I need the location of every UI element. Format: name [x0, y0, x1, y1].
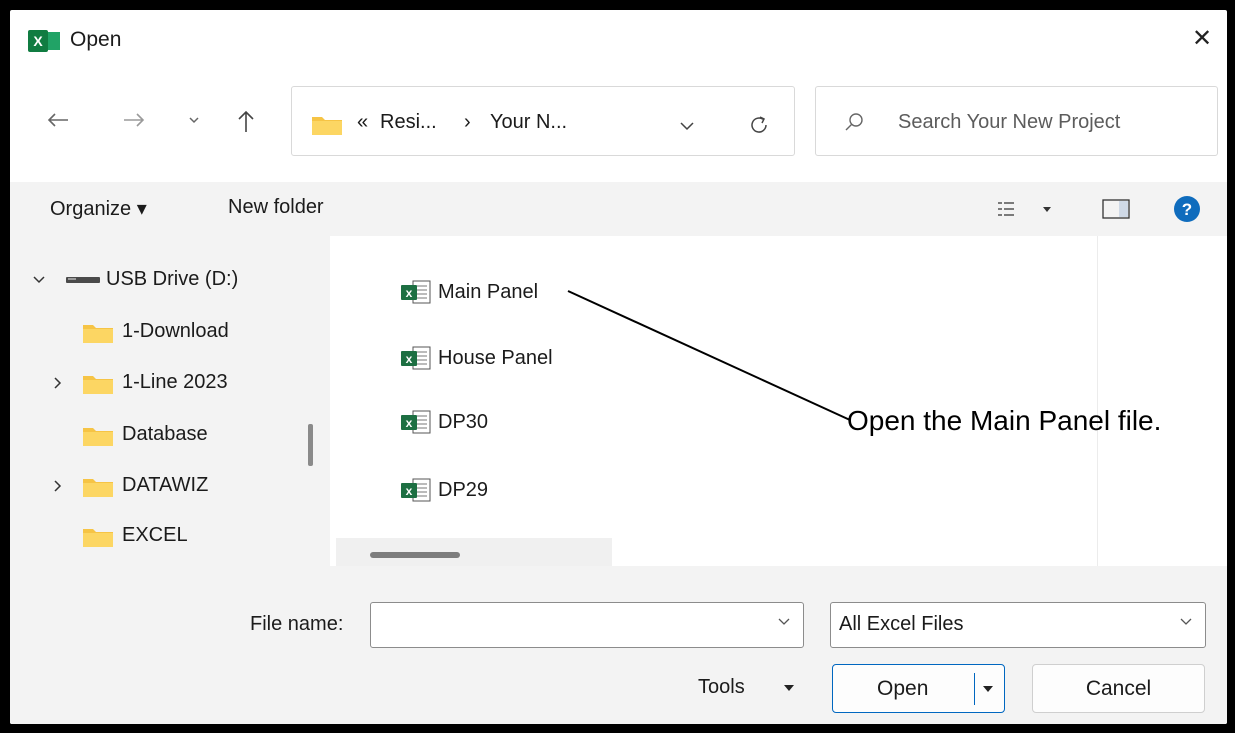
svg-text:X: X: [33, 33, 43, 49]
excel-file-icon: x: [401, 478, 431, 502]
tree-item-usb-drive[interactable]: USB Drive (D:): [10, 260, 310, 300]
file-name: House Panel: [438, 347, 553, 369]
dropdown-arrow-icon: [784, 685, 794, 691]
chevron-down-icon[interactable]: [32, 274, 46, 286]
view-options-dropdown-icon[interactable]: [1040, 202, 1054, 216]
search-input[interactable]: Search Your New Project: [898, 111, 1120, 134]
back-arrow-icon: [47, 113, 68, 127]
drive-icon: [66, 277, 100, 283]
help-icon[interactable]: ?: [1173, 195, 1201, 223]
svg-text:x: x: [406, 416, 413, 430]
back-button[interactable]: [40, 108, 76, 138]
tools-menu-button[interactable]: Tools: [690, 664, 810, 708]
search-box[interactable]: Search Your New Project: [815, 86, 1218, 156]
tree-item-label: Database: [122, 423, 208, 445]
chevron-right-icon[interactable]: [52, 479, 64, 493]
annotation-callout: Open the Main Panel file.: [847, 405, 1162, 436]
tools-label: Tools: [698, 676, 745, 698]
file-name: Main Panel: [438, 281, 539, 303]
chevron-down-icon: [189, 117, 199, 124]
tree-item-label: 1-Line 2023: [122, 371, 228, 393]
breadcrumb-separator: ›: [464, 111, 471, 133]
breadcrumb-item[interactable]: Resi...: [380, 111, 437, 134]
tree-item-1-download[interactable]: 1-Download: [10, 312, 310, 352]
tree-item-label: DATAWIZ: [122, 474, 209, 496]
preview-pane-icon[interactable]: [1102, 198, 1130, 220]
breadcrumb-overflow[interactable]: «: [357, 111, 368, 134]
file-name-label: File name:: [250, 613, 344, 635]
excel-file-icon: x: [401, 280, 431, 304]
svg-text:x: x: [406, 352, 413, 366]
refresh-icon[interactable]: [747, 113, 771, 137]
column-divider: [1097, 236, 1098, 566]
file-item-dp29[interactable]: x DP29: [400, 472, 540, 508]
file-name: DP29: [438, 479, 489, 501]
tree-item-excel[interactable]: EXCEL: [10, 516, 300, 556]
dialog-footer: File name: All Excel Files Tools Open Ca…: [10, 566, 1227, 724]
chevron-down-icon: [1180, 618, 1192, 625]
chevron-down-icon[interactable]: [677, 119, 697, 133]
folder-icon: [83, 479, 113, 497]
view-list-icon[interactable]: [996, 199, 1016, 219]
horizontal-scrollbar-thumb[interactable]: [370, 552, 460, 558]
organize-button[interactable]: Organize ▾: [50, 196, 147, 221]
folder-icon: [83, 376, 113, 394]
recent-locations-button[interactable]: [182, 108, 206, 138]
folder-icon: [312, 117, 342, 135]
close-icon[interactable]: ✕: [1187, 24, 1217, 54]
tree-item-label: USB Drive (D:): [106, 268, 239, 290]
tree-item-label: 1-Download: [122, 320, 229, 342]
tree-item-1-line-2023[interactable]: 1-Line 2023: [10, 363, 310, 403]
file-item-main-panel[interactable]: x Main Panel: [400, 274, 590, 310]
svg-text:x: x: [406, 286, 413, 300]
search-icon: [845, 113, 863, 131]
split-divider: [974, 673, 975, 705]
tree-item-database[interactable]: Database: [10, 415, 300, 455]
up-arrow-icon: [238, 110, 254, 132]
svg-text:x: x: [406, 484, 413, 498]
tree-item-datawiz[interactable]: DATAWIZ: [10, 466, 300, 506]
file-type-select[interactable]: All Excel Files: [830, 602, 1206, 648]
forward-arrow-icon: [124, 113, 145, 127]
folder-icon: [83, 529, 113, 547]
cancel-button[interactable]: Cancel: [1032, 664, 1205, 713]
svg-text:?: ?: [1182, 200, 1192, 219]
excel-app-icon: X: [28, 30, 60, 52]
chevron-down-icon[interactable]: [777, 615, 791, 629]
open-button-label: Open: [877, 677, 929, 700]
open-options-dropdown-icon[interactable]: [981, 684, 995, 694]
open-button[interactable]: Open: [832, 664, 1005, 713]
file-name: DP30: [438, 411, 489, 433]
open-dialog: X Open ✕ « Resi... › Your N... Search Yo…: [10, 10, 1227, 724]
tree-item-label: EXCEL: [122, 524, 188, 546]
file-type-value: All Excel Files: [839, 613, 964, 635]
title-bar: X Open ✕: [10, 10, 1227, 72]
cancel-button-label: Cancel: [1085, 677, 1152, 700]
tree-scrollbar-thumb[interactable]: [308, 424, 313, 466]
new-folder-button[interactable]: New folder: [228, 196, 324, 219]
up-button[interactable]: [228, 108, 264, 138]
file-name-input[interactable]: [370, 602, 804, 648]
navigation-pane: USB Drive (D:) 1-Download 1-Line 2023 Da…: [10, 236, 330, 566]
command-bar: Organize ▾ New folder ?: [10, 182, 1227, 236]
chevron-right-icon[interactable]: [52, 376, 64, 390]
forward-button[interactable]: [116, 108, 152, 138]
excel-file-icon: x: [401, 410, 431, 434]
folder-icon: [83, 428, 113, 446]
breadcrumb-item[interactable]: Your N...: [490, 111, 567, 134]
address-bar[interactable]: « Resi... › Your N...: [291, 86, 795, 156]
horizontal-scrollbar[interactable]: [336, 538, 612, 566]
file-item-house-panel[interactable]: x House Panel: [400, 340, 600, 376]
file-item-dp30[interactable]: x DP30: [400, 404, 540, 440]
folder-icon: [83, 325, 113, 343]
window-title: Open: [70, 28, 122, 51]
file-list: x Main Panel x House Panel x DP30 x DP29: [330, 236, 1227, 566]
excel-file-icon: x: [401, 346, 431, 370]
